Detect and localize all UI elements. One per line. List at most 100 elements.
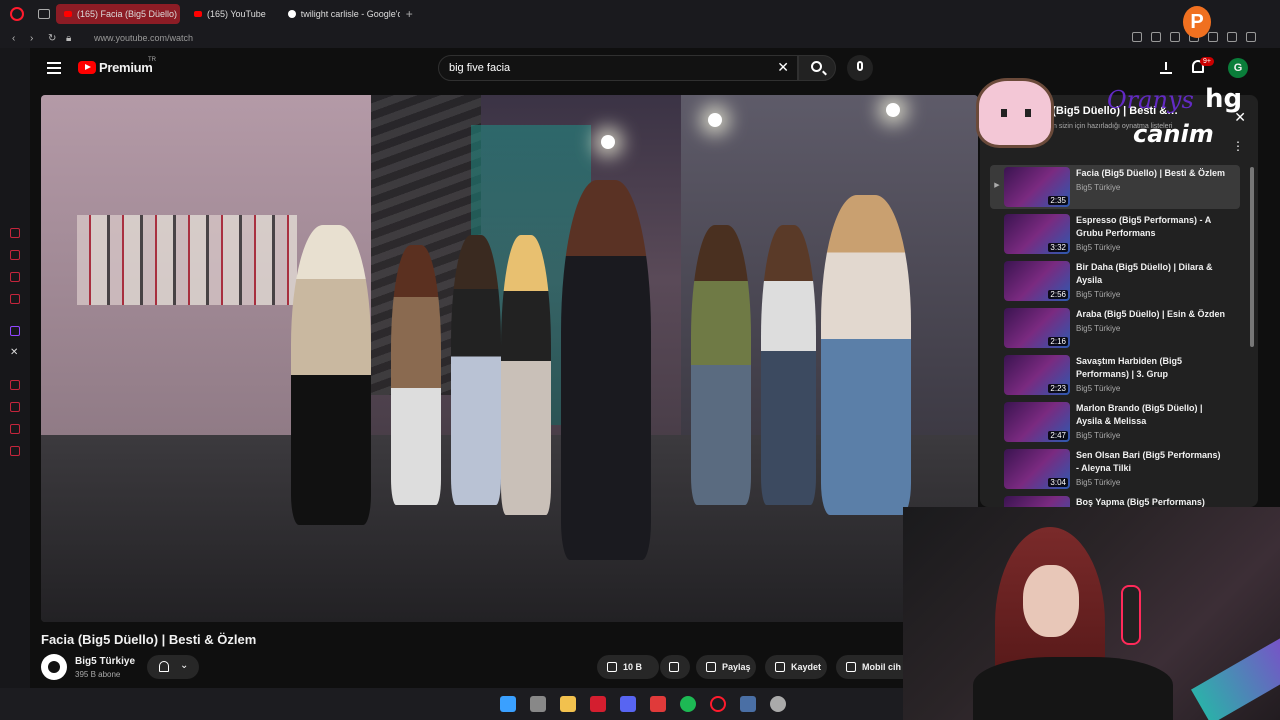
music-icon[interactable] xyxy=(10,294,20,304)
subscription-bell-button[interactable]: ⌄ xyxy=(147,655,199,679)
shield-icon[interactable] xyxy=(1170,32,1180,42)
instagram-icon[interactable] xyxy=(10,272,20,282)
spotify-icon[interactable] xyxy=(680,696,696,712)
bystander-figure xyxy=(501,235,551,515)
search-box[interactable]: big five facia ✕ xyxy=(438,55,798,81)
task-view-icon[interactable] xyxy=(530,696,546,712)
youtube-premium-logo[interactable]: Premium xyxy=(99,60,153,75)
playlist-item-title[interactable]: Marlon Brando (Big5 Düello) | Aysila & M… xyxy=(1076,402,1226,428)
thumbs-up-icon xyxy=(607,662,617,672)
playlist-item-title[interactable]: Araba (Big5 Düello) | Esin & Özden xyxy=(1076,308,1226,321)
playlist-item[interactable]: Boş Yapma (Big5 Performans) xyxy=(990,494,1240,507)
playlist-item[interactable]: ▶ 2:35 Facia (Big5 Düello) | Besti & Özl… xyxy=(990,165,1240,209)
extensions-icon[interactable] xyxy=(1227,32,1237,42)
twitch-icon[interactable] xyxy=(10,326,20,336)
bookmark-icon xyxy=(775,662,785,672)
region-code: TR xyxy=(148,57,156,63)
more-options-icon[interactable]: ⋮ xyxy=(1232,139,1244,153)
share-button[interactable]: Paylaş xyxy=(696,655,756,679)
playlist-item[interactable]: 2:56 Bir Daha (Big5 Düello) | Dilara & A… xyxy=(990,259,1240,303)
file-explorer-icon[interactable] xyxy=(560,696,576,712)
playlist-item[interactable]: 2:16 Araba (Big5 Düello) | Esin & Özden B… xyxy=(990,306,1240,350)
playlist-item-title[interactable]: Savaştım Harbiden (Big5 Performans) | 3.… xyxy=(1076,355,1226,381)
opera-logo-icon[interactable] xyxy=(10,7,24,21)
steam-icon[interactable] xyxy=(740,696,756,712)
webcam-overlay xyxy=(903,507,1280,720)
video-thumbnail[interactable] xyxy=(1004,496,1070,507)
video-player[interactable] xyxy=(41,95,978,622)
bystander-figure xyxy=(691,225,751,505)
reload-icon[interactable]: ↻ xyxy=(48,33,66,44)
workspaces-icon[interactable] xyxy=(38,9,50,19)
bystander-figure xyxy=(391,245,441,505)
opera-gx-icon[interactable] xyxy=(710,696,726,712)
account-avatar[interactable]: G xyxy=(1228,58,1248,78)
playlist-scrollbar[interactable] xyxy=(1250,167,1254,347)
forward-arrow-icon[interactable]: › xyxy=(30,33,48,44)
youtube-logo-icon[interactable] xyxy=(78,61,96,74)
video-thumbnail[interactable]: 2:47 xyxy=(1004,402,1070,442)
like-button[interactable]: 10 B xyxy=(597,655,659,679)
item-marker xyxy=(990,259,1004,303)
playlist-item[interactable]: 2:47 Marlon Brando (Big5 Düello) | Aysil… xyxy=(990,400,1240,444)
x-icon[interactable]: ✕ xyxy=(10,348,20,358)
p-logo-badge: P xyxy=(1183,6,1211,38)
dislike-button[interactable] xyxy=(660,655,690,679)
playlist-item[interactable]: 2:23 Savaştım Harbiden (Big5 Performans)… xyxy=(990,353,1240,397)
tab-google[interactable]: twilight carlisle - Google'd xyxy=(280,4,400,24)
playlist-item-title[interactable]: Espresso (Big5 Performans) - A Grubu Per… xyxy=(1076,214,1226,240)
tab-facia[interactable]: (165) Facia (Big5 Düello) | xyxy=(56,4,180,24)
tab-youtube[interactable]: (165) YouTube xyxy=(186,4,274,24)
playlist-item-title[interactable]: Sen Olsan Bari (Big5 Performans) - Aleyn… xyxy=(1076,449,1226,475)
video-thumbnail[interactable]: 3:04 xyxy=(1004,449,1070,489)
search-button[interactable] xyxy=(798,55,836,81)
video-thumbnail[interactable]: 2:16 xyxy=(1004,308,1070,348)
search-input[interactable]: big five facia xyxy=(449,62,510,74)
start-icon[interactable] xyxy=(500,696,516,712)
opera-taskbar-icon[interactable] xyxy=(590,696,606,712)
hamburger-menu-icon[interactable] xyxy=(47,62,61,74)
heart-icon[interactable] xyxy=(1208,32,1218,42)
share-icon xyxy=(706,662,716,672)
playlist-item-title[interactable]: Facia (Big5 Düello) | Besti & Özlem xyxy=(1076,167,1226,180)
pixel-pet-sticker xyxy=(976,78,1054,148)
aria-icon[interactable] xyxy=(10,228,20,238)
google-favicon-icon xyxy=(287,10,296,18)
discord-icon[interactable] xyxy=(620,696,636,712)
playlist-item-title[interactable]: Boş Yapma (Big5 Performans) xyxy=(1076,496,1226,507)
extensions-sidebar-icon[interactable] xyxy=(10,424,20,434)
messenger-icon[interactable] xyxy=(10,250,20,260)
player-icon[interactable] xyxy=(10,380,20,390)
channel-name[interactable]: Big5 Türkiye xyxy=(75,656,135,667)
download-icon[interactable] xyxy=(1246,32,1256,42)
video-thumbnail[interactable]: 2:23 xyxy=(1004,355,1070,395)
item-marker xyxy=(990,306,1004,350)
save-label: Kaydet xyxy=(791,662,822,672)
playlist-item[interactable]: 3:04 Sen Olsan Bari (Big5 Performans) - … xyxy=(990,447,1240,491)
voice-search-button[interactable] xyxy=(847,55,873,81)
app-icon[interactable] xyxy=(650,696,666,712)
playlist-item[interactable]: 3:32 Espresso (Big5 Performans) - A Grub… xyxy=(990,212,1240,256)
taskbar-icons xyxy=(500,696,786,712)
microphone-icon xyxy=(857,61,863,71)
video-thumbnail[interactable]: 3:32 xyxy=(1004,214,1070,254)
settings-taskbar-icon[interactable] xyxy=(770,696,786,712)
new-tab-button[interactable]: + xyxy=(406,7,413,21)
video-thumbnail[interactable]: 2:56 xyxy=(1004,261,1070,301)
thumbs-down-icon xyxy=(669,662,679,672)
pin-icon[interactable] xyxy=(1132,32,1142,42)
history-icon[interactable] xyxy=(10,402,20,412)
snapshot-icon[interactable] xyxy=(1151,32,1161,42)
mobile-device-button[interactable]: Mobil cih xyxy=(836,655,903,679)
url-field[interactable]: www.youtube.com/watch xyxy=(94,33,193,43)
playlist-item-title[interactable]: Bir Daha (Big5 Düello) | Dilara & Aysila xyxy=(1076,261,1226,287)
address-bar: ‹ › ↻ 🔒︎ www.youtube.com/watch xyxy=(0,28,1280,48)
clear-search-icon[interactable]: ✕ xyxy=(777,59,789,76)
save-button[interactable]: Kaydet xyxy=(765,655,827,679)
back-arrow-icon[interactable]: ‹ xyxy=(12,33,30,44)
video-thumbnail[interactable]: 2:35 xyxy=(1004,167,1070,207)
settings-icon[interactable] xyxy=(10,446,20,456)
create-upload-icon[interactable] xyxy=(1160,60,1172,74)
channel-avatar[interactable] xyxy=(41,654,67,680)
dancer-figure xyxy=(291,225,371,525)
